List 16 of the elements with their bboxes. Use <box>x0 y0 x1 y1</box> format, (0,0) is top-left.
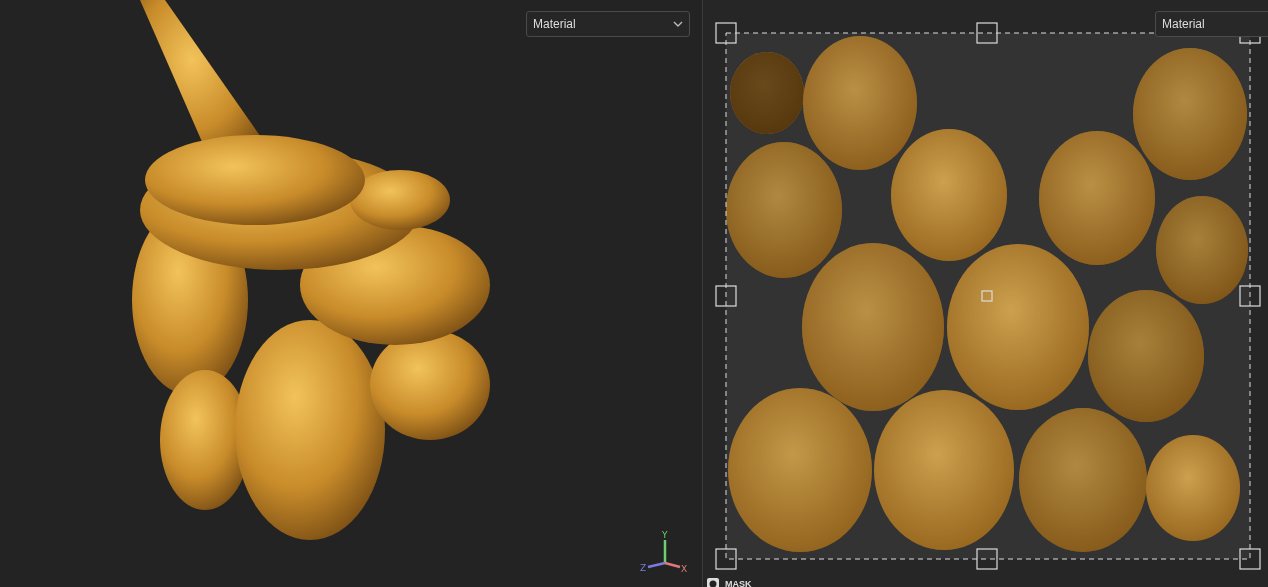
panel-title: MASK <box>725 579 752 587</box>
transform-handle[interactable] <box>976 548 998 570</box>
transform-handle[interactable] <box>1239 285 1261 307</box>
transform-handle[interactable] <box>715 285 737 307</box>
channel-dropdown[interactable]: Material <box>1155 11 1268 37</box>
chevron-down-icon <box>673 21 683 27</box>
transform-handle[interactable] <box>715 22 737 44</box>
transform-handle[interactable] <box>1239 548 1261 570</box>
transform-handle[interactable] <box>715 548 737 570</box>
axis-label: Z <box>640 563 647 573</box>
axis-label: X <box>681 564 688 574</box>
transform-handle[interactable] <box>976 22 998 44</box>
axis-gizmo-icon <box>647 540 681 569</box>
pivot-handle[interactable] <box>981 290 993 302</box>
channel-dropdown[interactable]: Material <box>526 11 690 37</box>
axis-label: Y <box>662 530 668 540</box>
